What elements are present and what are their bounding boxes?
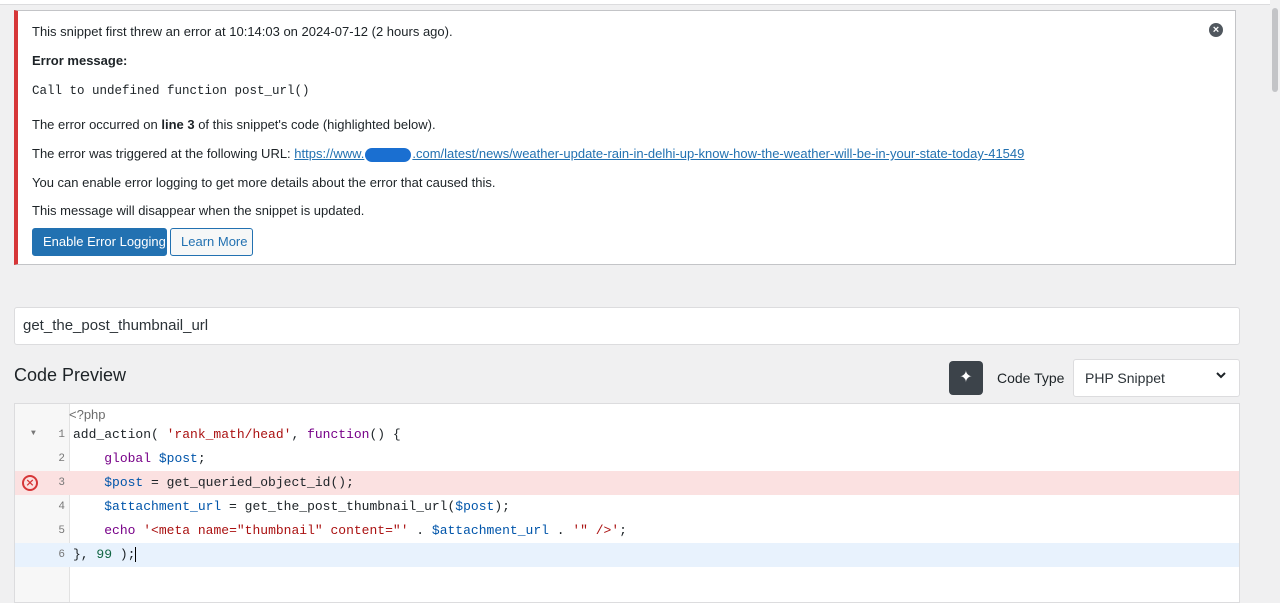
- code-line-5[interactable]: 5 echo '<meta name="thumbnail" content="…: [15, 519, 1239, 543]
- line-number: 6: [58, 549, 65, 561]
- line-number: 5: [58, 525, 65, 537]
- code-type-value: PHP Snippet: [1085, 370, 1165, 386]
- learn-more-button[interactable]: Learn More: [170, 228, 253, 256]
- line-number: 1: [58, 429, 65, 441]
- error-circle-icon: ×: [22, 475, 38, 491]
- notice-intro: This snippet first threw an error at 10:…: [32, 24, 453, 39]
- close-circle-icon[interactable]: ×: [1209, 23, 1223, 37]
- error-message-text: Call to undefined function post_url(): [32, 84, 310, 98]
- disappear-hint: This message will disappear when the sni…: [32, 203, 365, 218]
- error-url-link[interactable]: https://www. .com/latest/news/weather-upd…: [294, 146, 1024, 162]
- top-bar: [0, 0, 1270, 5]
- logging-hint: You can enable error logging to get more…: [32, 175, 496, 190]
- code-line-4[interactable]: 4 $attachment_url = get_the_post_thumbna…: [15, 495, 1239, 519]
- error-url-line: The error was triggered at the following…: [32, 146, 1025, 162]
- php-open-tag: <?php: [69, 407, 106, 422]
- line-number: 4: [58, 501, 65, 513]
- code-type-select[interactable]: PHP Snippet: [1073, 359, 1240, 397]
- enable-error-logging-button[interactable]: Enable Error Logging: [32, 228, 167, 256]
- code-line-6-active[interactable]: 6 }, 99 );: [15, 543, 1239, 567]
- code-type-label: Code Type: [997, 370, 1065, 386]
- code-preview-title: Code Preview: [14, 365, 127, 385]
- snippet-title-input[interactable]: get_the_post_thumbnail_url: [14, 307, 1240, 345]
- code-line-2[interactable]: 2 global $post;: [15, 447, 1239, 471]
- error-notice: This snippet first threw an error at 10:…: [14, 10, 1236, 265]
- code-line-1[interactable]: ▼ 1 add_action( 'rank_math/head', functi…: [15, 423, 1239, 447]
- chevron-down-icon: [1215, 368, 1227, 385]
- scrollbar-thumb[interactable]: [1272, 8, 1278, 92]
- code-editor[interactable]: <?php ▼ 1 add_action( 'rank_math/head', …: [14, 403, 1240, 603]
- line-number: 3: [58, 477, 65, 489]
- line-number: 2: [58, 453, 65, 465]
- redaction-scribble: [365, 147, 412, 162]
- text-cursor: [135, 547, 137, 563]
- sparkle-icon[interactable]: ✦: [949, 361, 983, 395]
- page-scrollbar[interactable]: [1270, 0, 1280, 589]
- fold-arrow-icon[interactable]: ▼: [31, 429, 36, 438]
- error-message-label: Error message:: [32, 53, 128, 68]
- error-line-ref: line 3: [161, 117, 195, 132]
- error-location: The error occurred on line 3 of this sni…: [32, 117, 436, 132]
- code-line-3-error[interactable]: × 3 $post = get_queried_object_id();: [15, 471, 1239, 495]
